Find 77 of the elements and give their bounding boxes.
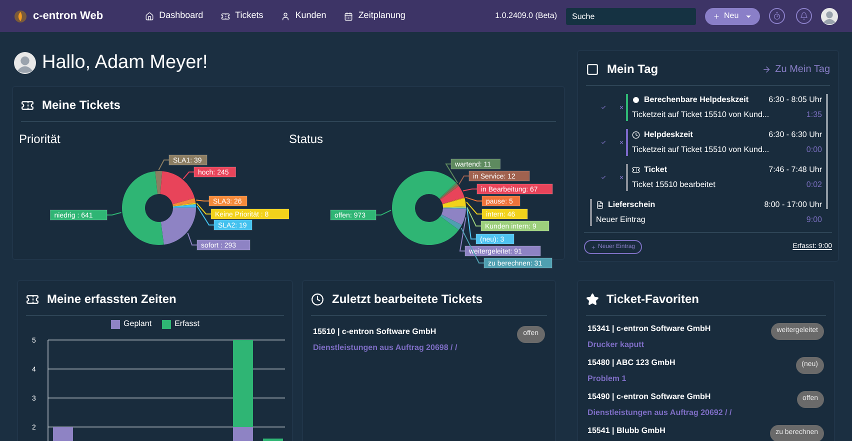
ticket-title[interactable]: 15480 | ABC 123 GmbH: [588, 357, 676, 369]
avatar-icon: [821, 8, 838, 24]
ticket-icon: [21, 98, 34, 112]
logo-icon: [14, 10, 27, 22]
ticket-title[interactable]: 15490 | c-entron Software GmbH: [588, 391, 732, 403]
entry-duration: 0:00: [806, 144, 822, 156]
entry-time: 7:46 - 7:48 Uhr: [768, 164, 822, 176]
confirm-icon[interactable]: [601, 139, 606, 146]
new-button[interactable]: Neu: [705, 8, 760, 24]
bar: [263, 438, 283, 441]
card-title: Mein Tag: [607, 61, 658, 78]
house-icon: [145, 12, 154, 20]
ticket-title[interactable]: 15341 | c-entron Software GmbH: [588, 323, 711, 335]
legend-label: Erfasst: [174, 318, 200, 330]
ticket-subject: Drucker kaputt: [588, 339, 645, 351]
entry-description: Neuer Eintrag: [596, 214, 646, 226]
notification-button[interactable]: [796, 8, 812, 24]
card-title: Meine Tickets: [42, 97, 120, 114]
leader-line: [182, 172, 194, 180]
dismiss-icon[interactable]: [619, 174, 624, 181]
ticket-subject: Dienstleistungen aus Auftrag 20692 / /: [588, 407, 732, 419]
bar: [53, 427, 73, 441]
search-field[interactable]: Suche: [566, 8, 696, 24]
ticket-subject: Dienstleistungen aus Auftrag 20698 / /: [313, 342, 458, 354]
nav-link[interactable]: Zeitplanung: [344, 9, 406, 23]
ticket-icon: [221, 12, 230, 20]
nav-link[interactable]: Dashboard: [145, 9, 204, 23]
entry-duration: 9:00: [806, 214, 822, 226]
leader-line: [462, 188, 478, 192]
leader-line: [158, 160, 170, 170]
caret-icon[interactable]: [745, 12, 752, 20]
confirm-icon[interactable]: [601, 104, 606, 111]
entry-title: Helpdeskzeit: [644, 129, 693, 141]
entry-time: 8:00 - 17:00 Uhr: [764, 199, 822, 211]
entry-description: Ticketzeit auf Ticket 15510 von Kund...: [632, 144, 770, 156]
arrow-right-icon: [762, 64, 772, 74]
legend-label: Geplant: [124, 318, 152, 330]
plus-icon: [713, 12, 720, 20]
entry-time: 6:30 - 8:05 Uhr: [768, 94, 822, 106]
leader-line: [376, 210, 392, 216]
card-title: Meine erfassten Zeiten: [47, 291, 176, 308]
leader-line: [106, 212, 122, 216]
entry-time: 6:30 - 6:30 Uhr: [768, 129, 822, 141]
nav-link[interactable]: Kunden: [281, 9, 326, 23]
card-title: Ticket-Favoriten: [606, 291, 700, 308]
entry-title: Berechenbare Helpdeskzeit: [644, 94, 748, 106]
ticket-title[interactable]: 15510 | c-entron Software GmbH: [313, 326, 458, 338]
bell-icon: [800, 12, 808, 20]
card-title: Zuletzt bearbeitete Tickets: [332, 291, 482, 308]
document-icon: [596, 201, 604, 209]
ticket-title[interactable]: 15541 | Blubb GmbH: [588, 425, 666, 437]
entry-title: Lieferschein: [608, 199, 656, 211]
user-icon: [281, 12, 290, 20]
confirm-icon[interactable]: [601, 174, 606, 181]
entry-duration: 0:02: [806, 179, 822, 191]
chart-title: Status: [289, 131, 324, 148]
star-icon: [586, 292, 599, 306]
ticket-icon: [632, 166, 640, 174]
greeting-heading: Hallo, Adam Meyer!: [42, 50, 208, 75]
entry-title: Ticket: [644, 164, 667, 176]
nav-link[interactable]: Tickets: [221, 9, 264, 23]
leader-line: [187, 232, 198, 246]
timer-icon: [773, 12, 781, 20]
dismiss-icon[interactable]: [619, 139, 624, 146]
my-day-link[interactable]: Zu Mein Tag: [762, 62, 830, 76]
ticket-icon: [26, 292, 39, 306]
entry-duration: 1:35: [806, 109, 822, 121]
plus-icon: [591, 244, 596, 250]
entry-description: Ticketzeit auf Ticket 15510 von Kund...: [632, 109, 770, 121]
timer-button[interactable]: [769, 8, 785, 24]
ticket-subject: Problem 1: [588, 373, 628, 385]
brand-name[interactable]: c-entron Web: [33, 8, 104, 24]
version-label: 1.0.2409.0 (Beta): [495, 10, 557, 22]
chart-title: Priorität: [19, 131, 62, 148]
avatar-icon: [14, 52, 36, 74]
entry-description: Ticket 15510 bearbeitet: [632, 179, 716, 191]
dismiss-icon[interactable]: [619, 104, 624, 111]
